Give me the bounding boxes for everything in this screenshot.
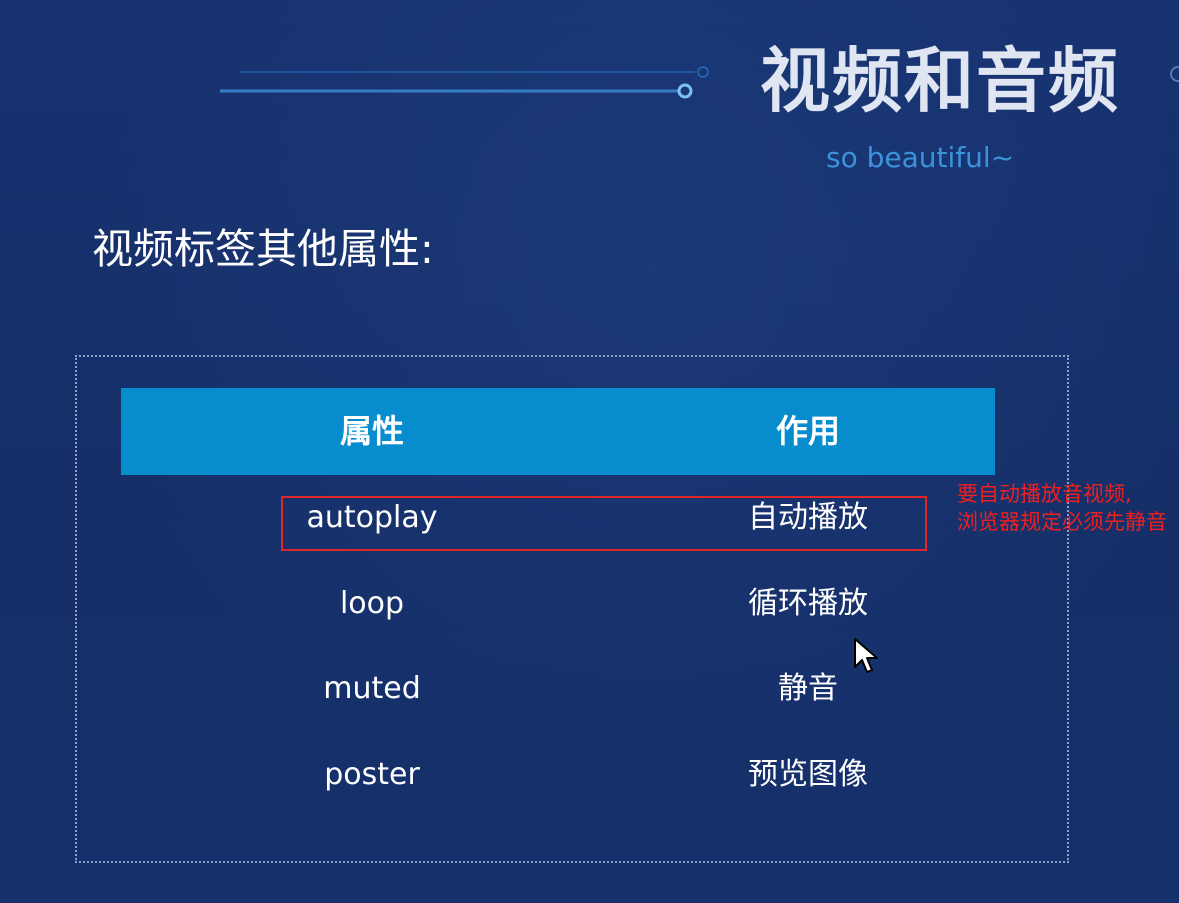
table-header-function: 作用 bbox=[775, 412, 840, 450]
table-row: loop 循环播放 bbox=[121, 574, 995, 634]
section-heading: 视频标签其他属性: bbox=[92, 225, 434, 273]
table-cell-function: 循环播放 bbox=[748, 586, 868, 621]
annotation-note: 要自动播放音视频, 浏览器规定必须先静音 bbox=[957, 480, 1179, 536]
table-header-attribute: 属性 bbox=[339, 412, 404, 450]
table-cell-attribute: muted bbox=[323, 671, 421, 706]
decoration-dot-icon bbox=[1170, 66, 1179, 82]
table-header: 属性 作用 bbox=[121, 388, 995, 475]
table-cell-attribute: poster bbox=[324, 757, 420, 792]
autoplay-highlight-box bbox=[281, 496, 927, 551]
mouse-pointer-icon bbox=[854, 638, 878, 673]
table-cell-function: 预览图像 bbox=[748, 757, 868, 792]
circuit-line-decoration bbox=[220, 66, 709, 99]
table-cell-attribute: loop bbox=[339, 586, 405, 621]
annotation-line-1: 要自动播放音视频, bbox=[957, 482, 1132, 506]
slide-subtitle: so beautiful~ bbox=[826, 141, 1015, 174]
table-cell-function: 静音 bbox=[778, 671, 838, 706]
slide-title: 视频和音频 bbox=[760, 40, 1120, 122]
table-row: poster 预览图像 bbox=[121, 745, 995, 805]
annotation-line-2: 浏览器规定必须先静音 bbox=[957, 510, 1167, 534]
